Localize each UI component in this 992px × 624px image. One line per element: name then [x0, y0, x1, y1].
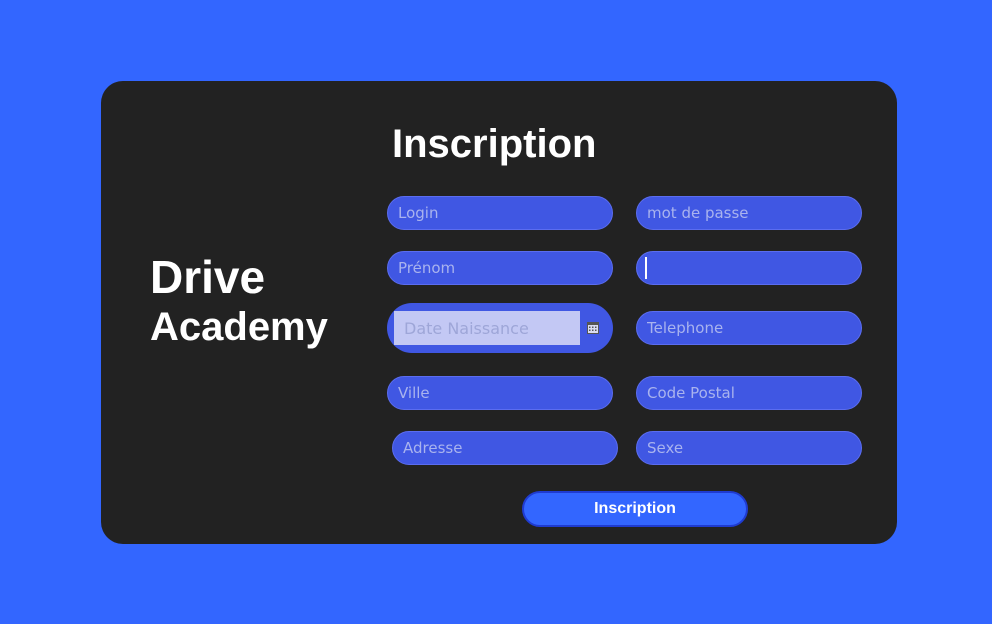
brand-line-2: Academy [150, 305, 328, 349]
prenom-field[interactable] [387, 251, 613, 285]
brand-line-1: Drive [150, 251, 266, 303]
text-cursor [645, 257, 647, 279]
password-field[interactable] [636, 196, 862, 230]
calendar-icon[interactable] [587, 322, 599, 334]
adresse-field[interactable] [392, 431, 618, 465]
date-naissance-picker[interactable] [387, 303, 613, 353]
code-postal-field[interactable] [636, 376, 862, 410]
login-field[interactable] [387, 196, 613, 230]
telephone-field[interactable] [636, 311, 862, 345]
nom-field[interactable] [636, 251, 862, 285]
form-title: Inscription [392, 122, 597, 166]
inscription-button[interactable]: Inscription [522, 491, 748, 527]
registration-card: Drive Academy Inscription Inscription [101, 81, 897, 544]
sexe-field[interactable] [636, 431, 862, 465]
date-naissance-field[interactable] [394, 311, 580, 345]
brand-logo-text: Drive Academy [150, 251, 328, 351]
ville-field[interactable] [387, 376, 613, 410]
